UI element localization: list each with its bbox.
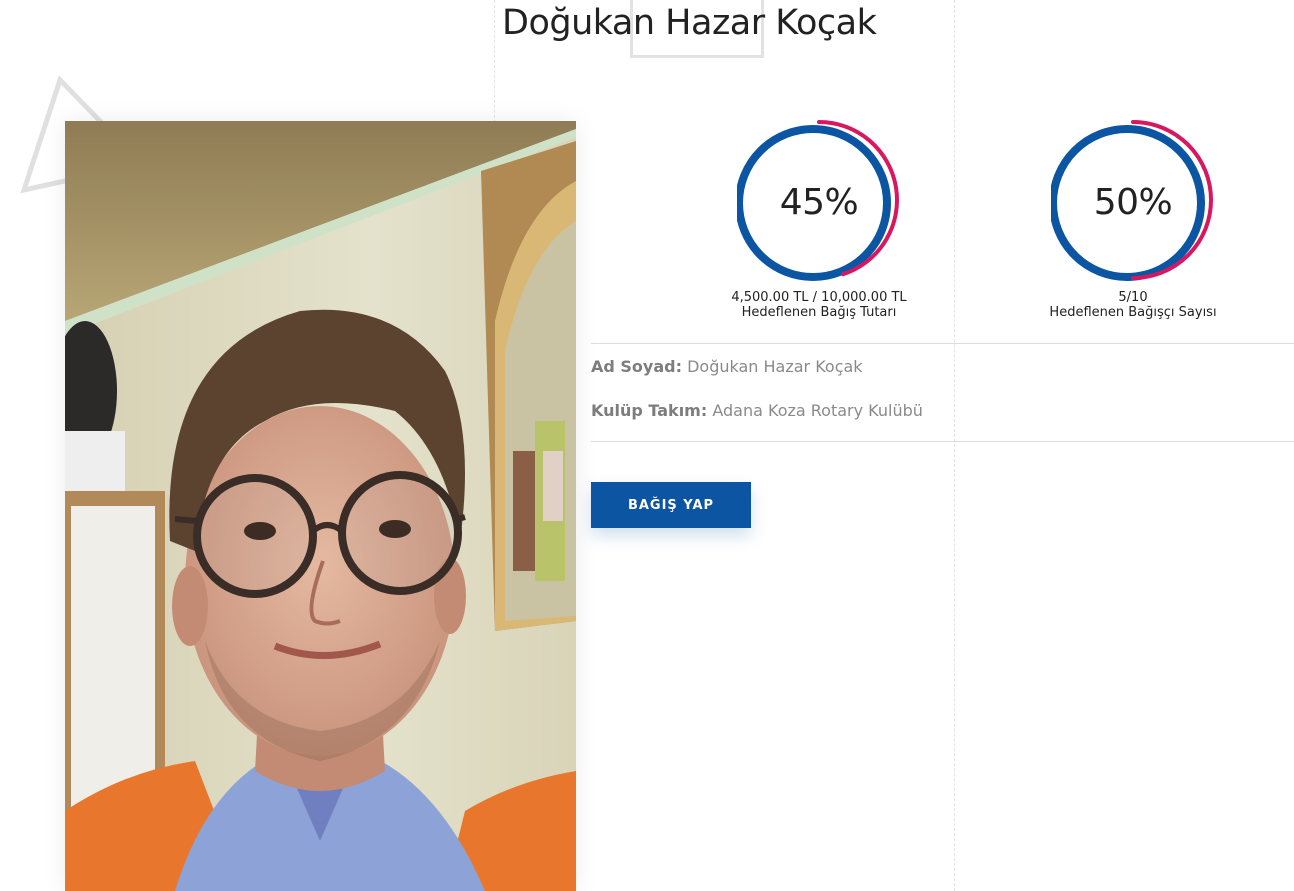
name-value: Doğukan Hazar Koçak [687, 357, 863, 376]
progress-ring: 50% [1051, 118, 1215, 290]
donor-count-progress: 50% 5/10 Hedeflenen Bağışçı Sayısı [1003, 118, 1263, 320]
name-label: Ad Soyad: [591, 357, 682, 376]
progress-percent: 50% [1093, 182, 1173, 223]
donation-amount-progress: 45% 4,500.00 TL / 10,000.00 TL Hedeflene… [689, 118, 949, 320]
club-label: Kulüp Takım: [591, 401, 708, 420]
page-title: Doğukan Hazar Koçak [502, 3, 877, 43]
club-row: Kulüp Takım: Adana Koza Rotary Kulübü [591, 401, 923, 420]
progress-percent: 45% [779, 182, 859, 223]
profile-photo [65, 121, 576, 891]
divider [591, 441, 1294, 442]
progress-caption: Hedeflenen Bağışçı Sayısı [1049, 305, 1217, 320]
club-value: Adana Koza Rotary Kulübü [712, 401, 923, 420]
progress-ring: 45% [737, 118, 901, 290]
progress-caption: Hedeflenen Bağış Tutarı [741, 305, 897, 320]
progress-amount: 4,500.00 TL / 10,000.00 TL [731, 290, 907, 305]
name-row: Ad Soyad: Doğukan Hazar Koçak [591, 357, 863, 376]
divider [591, 343, 1294, 344]
donate-button[interactable]: BAĞIŞ YAP [591, 482, 751, 528]
progress-amount: 5/10 [1118, 290, 1148, 305]
grid-guide-line [954, 0, 955, 891]
